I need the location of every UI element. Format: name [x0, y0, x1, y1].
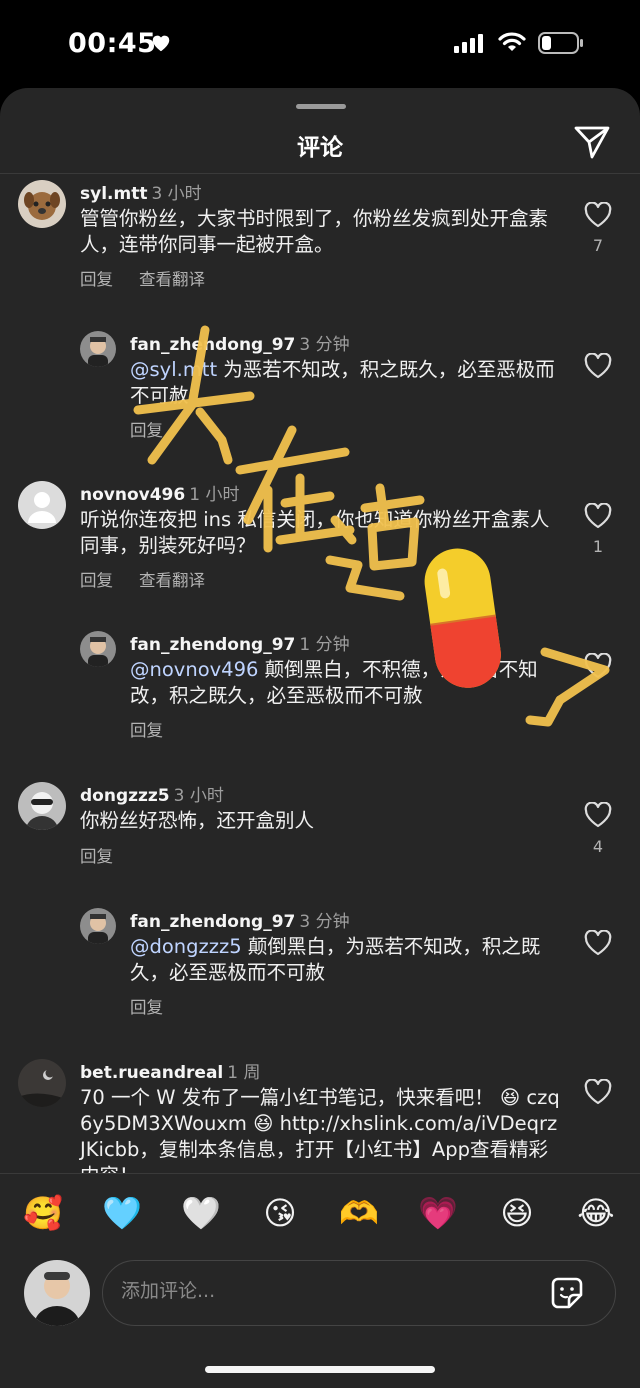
- like-count: 7: [592, 236, 604, 255]
- comment-time: 3 小时: [151, 184, 202, 204]
- reply-button[interactable]: 回复: [80, 571, 113, 590]
- avatar[interactable]: [80, 631, 116, 667]
- comment-input-box[interactable]: [102, 1260, 616, 1326]
- heart-icon: [152, 35, 170, 52]
- comment-time: 3 小时: [173, 786, 224, 806]
- comment-actions: 回复: [130, 994, 189, 1018]
- comment-meta: fan_zhendong_97 3 分钟: [130, 907, 350, 932]
- avatar[interactable]: [18, 180, 66, 228]
- avatar[interactable]: [80, 908, 116, 944]
- comment-meta: fan_zhendong_97 1 分钟: [130, 630, 350, 655]
- mention-link[interactable]: @novnov496: [130, 658, 258, 681]
- translate-button[interactable]: 查看翻译: [139, 571, 205, 590]
- like-heart-icon[interactable]: [584, 202, 612, 228]
- reply-button[interactable]: 回复: [130, 998, 163, 1017]
- like-heart-icon[interactable]: [584, 353, 612, 379]
- avatar[interactable]: [80, 331, 116, 367]
- mention-link[interactable]: @dongzzz5: [130, 935, 242, 958]
- like-count: 4: [592, 837, 604, 856]
- battery-icon: [538, 32, 583, 54]
- translate-button[interactable]: 查看翻译: [139, 270, 205, 289]
- comments-screen: 00:45 评论 syl.mtt 3 小时 管管你粉丝，大家书时限到了，你粉丝发…: [0, 0, 640, 1388]
- like-heart-icon[interactable]: [584, 930, 612, 956]
- comment-meta: novnov496 1 小时: [80, 480, 239, 505]
- mention-link[interactable]: @syl.mtt: [130, 358, 217, 381]
- comment-time: 1 周: [227, 1063, 261, 1083]
- avatar[interactable]: [18, 1059, 66, 1107]
- comment-meta: bet.rueandreal 1 周: [80, 1058, 261, 1083]
- comment-time: 3 分钟: [299, 335, 350, 355]
- username[interactable]: fan_zhendong_97: [130, 912, 295, 932]
- comment-actions: 回复 查看翻译: [80, 567, 231, 591]
- avatar[interactable]: [18, 481, 66, 529]
- comment-input[interactable]: [121, 1261, 541, 1321]
- like-count: 1: [592, 537, 604, 556]
- comment-text: 管管你粉丝，大家书时限到了，你粉丝发疯到处开盒素人，连带你同事一起被开盒。: [80, 207, 549, 256]
- emoji-growing-heart[interactable]: 💗: [418, 1193, 458, 1233]
- reply-button[interactable]: 回复: [80, 847, 113, 866]
- like-heart-icon[interactable]: [584, 802, 612, 828]
- emoji-heart-hands[interactable]: 🫶: [339, 1193, 379, 1233]
- footer-divider: [0, 1173, 640, 1174]
- comment-actions: 回复: [130, 417, 189, 441]
- like-heart-icon[interactable]: [584, 503, 612, 529]
- comment-actions: 回复: [130, 717, 189, 741]
- username[interactable]: fan_zhendong_97: [130, 335, 295, 355]
- sheet-grabber[interactable]: [296, 104, 346, 109]
- emoji-tears-of-joy[interactable]: 😂: [576, 1193, 616, 1233]
- emoji-white-heart[interactable]: 🤍: [181, 1193, 221, 1233]
- emoji-laughing[interactable]: 😆: [497, 1193, 537, 1233]
- emoji-quick-bar: 🥰 🩵 🤍 😘 🫶 💗 😆 😂: [0, 1193, 640, 1243]
- reply-button[interactable]: 回复: [130, 721, 163, 740]
- username[interactable]: syl.mtt: [80, 184, 147, 204]
- comment-actions: 回复 查看翻译: [80, 266, 231, 290]
- reply-button[interactable]: 回复: [130, 421, 163, 440]
- current-user-avatar: [24, 1260, 90, 1326]
- comment-time: 3 分钟: [299, 912, 350, 932]
- comment-text: @syl.mtt 为恶若不知改，积之既久，必至恶极而不可赦: [130, 358, 555, 407]
- username[interactable]: novnov496: [80, 485, 185, 505]
- like-heart-icon[interactable]: [584, 653, 612, 679]
- comment-item: bet.rueandreal 1 周 70 一个 W 发布了一篇小红书笔记，快来看…: [0, 1057, 640, 1173]
- like-heart-icon[interactable]: [584, 1079, 612, 1105]
- wifi-icon: [498, 32, 526, 51]
- username[interactable]: bet.rueandreal: [80, 1063, 223, 1083]
- status-time: 00:45: [68, 28, 157, 59]
- emoji-light-blue-heart[interactable]: 🩵: [102, 1193, 142, 1233]
- username[interactable]: dongzzz5: [80, 786, 170, 806]
- comment-text: @dongzzz5 颠倒黑白，为恶若不知改，积之既久，必至恶极而不可赦: [130, 935, 541, 984]
- comment-text: 你粉丝好恐怖，还开盒别人: [80, 809, 315, 832]
- comment-text: 70 一个 W 发布了一篇小红书笔记，快来看吧！ 😆 czq6y5DM3XWou…: [80, 1086, 560, 1173]
- comment-meta: fan_zhendong_97 3 分钟: [130, 330, 350, 355]
- cellular-signal-icon: [454, 34, 483, 53]
- avatar[interactable]: [18, 782, 66, 830]
- username[interactable]: fan_zhendong_97: [130, 635, 295, 655]
- emoji-kiss-face[interactable]: 😘: [260, 1193, 300, 1233]
- status-bar: 00:45: [0, 0, 640, 88]
- emoji-smiling-hearts[interactable]: 🥰: [23, 1193, 63, 1233]
- comments-sheet: 评论 syl.mtt 3 小时 管管你粉丝，大家书时限到了，你粉丝发疯到处开盒素人…: [0, 88, 640, 1388]
- comment-meta: syl.mtt 3 小时: [80, 179, 202, 204]
- comment-text: @novnov496 颠倒黑白，不积德，为恶若不知改，积之既久，必至恶极而不可赦: [130, 658, 538, 707]
- header-divider: [0, 173, 640, 174]
- comment-meta: dongzzz5 3 小时: [80, 781, 224, 806]
- comment-actions: 回复: [80, 843, 139, 867]
- comment-time: 1 分钟: [299, 635, 350, 655]
- page-title: 评论: [297, 135, 343, 161]
- home-indicator: [205, 1366, 435, 1373]
- sticker-icon[interactable]: [549, 1275, 585, 1311]
- share-send-icon[interactable]: [573, 124, 611, 160]
- comment-text: 听说你连夜把 ins 私信关闭，你也知道你粉丝开盒素人同事，别装死好吗？: [80, 508, 550, 557]
- reply-button[interactable]: 回复: [80, 270, 113, 289]
- comment-time: 1 小时: [189, 485, 240, 505]
